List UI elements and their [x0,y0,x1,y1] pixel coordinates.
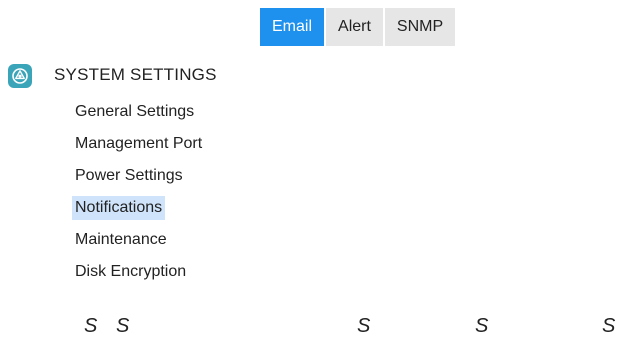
tab-email[interactable]: Email [260,8,325,46]
bottom-glyph: S [84,315,98,337]
menu-item-disk-encryption[interactable]: Disk Encryption [72,256,205,288]
menu-item-label: Disk Encryption [75,263,187,280]
menu-item-notifications[interactable]: Notifications [72,192,205,224]
bottom-glyph: S [602,315,616,337]
bottom-glyph: S [116,315,130,337]
settings-menu: General Settings Management Port Power S… [72,96,205,288]
notification-tabs: Email Alert SNMP [260,8,456,46]
bottom-glyph: S [475,315,489,337]
tab-snmp[interactable]: SNMP [384,8,456,46]
menu-item-label: Maintenance [75,231,167,248]
menu-item-label: Notifications [72,196,166,220]
menu-item-label: Management Port [75,135,203,152]
tab-alert[interactable]: Alert [326,8,383,46]
menu-item-label: General Settings [75,103,195,120]
section-title: SYSTEM SETTINGS [54,65,217,84]
menu-item-management-port[interactable]: Management Port [72,128,205,160]
bottom-glyph: S [357,315,371,337]
menu-item-maintenance[interactable]: Maintenance [72,224,205,256]
menu-item-general-settings[interactable]: General Settings [72,96,205,128]
system-settings-icon[interactable] [8,64,32,88]
menu-item-label: Power Settings [75,167,183,184]
menu-item-power-settings[interactable]: Power Settings [72,160,205,192]
